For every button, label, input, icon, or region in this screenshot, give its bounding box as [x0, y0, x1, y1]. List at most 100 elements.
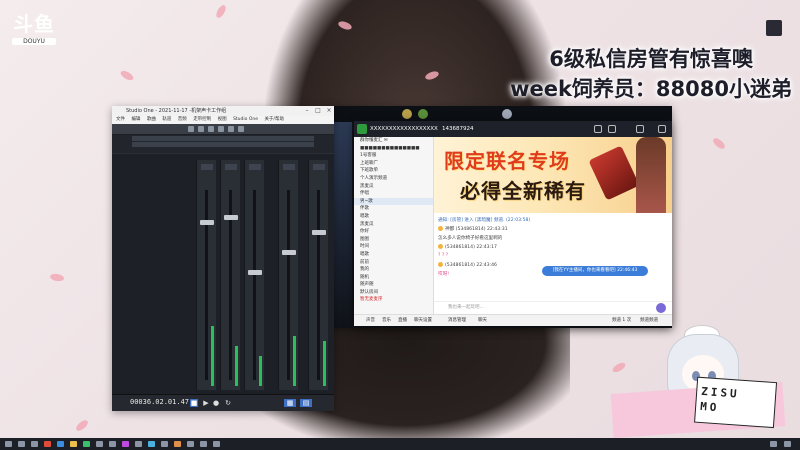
sidebar-item[interactable]: 唱歌 — [354, 251, 433, 259]
fader-handle[interactable] — [200, 220, 214, 225]
split-tool-icon[interactable] — [208, 126, 214, 132]
mixer-channel[interactable] — [220, 160, 240, 390]
status-item[interactable]: 消息管理 — [448, 315, 466, 326]
mixer-channel[interactable] — [196, 160, 216, 390]
maximize-icon[interactable]: □ — [313, 106, 323, 116]
menu-item[interactable]: Studio One — [233, 117, 258, 122]
menu-item[interactable]: 音频 — [178, 117, 187, 122]
taskbar-app-icon[interactable] — [213, 441, 220, 447]
sidebar-item[interactable]: 黑麦瓜 — [354, 183, 433, 191]
status-item[interactable]: 聊天 — [478, 315, 487, 326]
pan-knob[interactable] — [283, 164, 295, 170]
fader-track[interactable] — [205, 190, 208, 380]
erase-tool-icon[interactable] — [218, 126, 224, 132]
mixer-channel[interactable] — [278, 160, 298, 390]
taskbar-app-icon[interactable] — [174, 441, 181, 447]
sidebar-item-selected[interactable]: 男~歌 — [354, 197, 433, 206]
sidebar-item[interactable]: 时间 — [354, 243, 433, 251]
fader-handle[interactable] — [224, 215, 238, 220]
sidebar-item[interactable]: 前前 — [354, 259, 433, 267]
status-item[interactable]: 声音 — [366, 315, 375, 326]
menu-item[interactable]: 文件 — [116, 117, 125, 122]
settings-icon[interactable] — [608, 125, 616, 133]
paint-tool-icon[interactable] — [228, 126, 234, 132]
fader-handle[interactable] — [282, 250, 296, 255]
status-item[interactable]: 直播 — [398, 315, 407, 326]
send-icon[interactable] — [656, 303, 666, 313]
start-icon[interactable] — [5, 441, 12, 447]
play-icon[interactable]: ▶ — [202, 399, 210, 407]
pan-knob[interactable] — [313, 164, 325, 170]
user-avatar[interactable] — [438, 226, 443, 231]
taskbar-app-icon[interactable] — [57, 441, 64, 447]
browse-button[interactable]: ▤ — [300, 399, 312, 407]
game-icon[interactable] — [418, 109, 428, 119]
sidebar-item[interactable]: 我的 — [354, 266, 433, 274]
sidebar-item[interactable]: 伴歌 — [354, 205, 433, 213]
menu-item[interactable]: 歌曲 — [147, 117, 156, 122]
game-icon[interactable] — [502, 109, 512, 119]
system-tray-icon[interactable] — [784, 441, 791, 447]
menu-item[interactable]: 走带控制 — [193, 117, 211, 122]
menu-item[interactable]: 视图 — [218, 117, 227, 122]
taskbar-app-icon[interactable] — [96, 441, 103, 447]
range-tool-icon[interactable] — [198, 126, 204, 132]
promo-banner[interactable]: 限定联名专场 必得全新稀有 — [434, 137, 672, 213]
mix-button[interactable]: ▦ — [284, 399, 296, 407]
user-avatar[interactable] — [438, 262, 443, 267]
mute-tool-icon[interactable] — [238, 126, 244, 132]
track-row[interactable] — [132, 136, 314, 141]
group-avatar[interactable] — [357, 124, 367, 134]
pan-knob[interactable] — [225, 164, 237, 170]
sidebar-item[interactable]: 黑麦瓜 — [354, 221, 433, 229]
sidebar-item[interactable]: 暂无麦麦序 — [354, 296, 433, 304]
taskbar-app-icon[interactable] — [148, 441, 155, 447]
sidebar-item[interactable]: 图图 — [354, 236, 433, 244]
user-avatar[interactable] — [438, 244, 443, 249]
arrow-tool-icon[interactable] — [188, 126, 194, 132]
status-item[interactable]: 频道 1 次 — [612, 315, 631, 326]
chat-input[interactable]: 我也来一起玩吧... — [434, 301, 672, 313]
game-icon[interactable] — [402, 109, 412, 119]
search-icon[interactable] — [18, 441, 25, 447]
sidebar-item[interactable]: 唱歌 — [354, 213, 433, 221]
taskbar-app-icon[interactable] — [161, 441, 168, 447]
taskbar-app-icon[interactable] — [83, 441, 90, 447]
sidebar-item[interactable]: 个人演示频道 — [354, 175, 433, 183]
close-icon[interactable] — [658, 125, 666, 133]
menu-item[interactable]: 编辑 — [131, 117, 140, 122]
sidebar-item[interactable]: 伴唱 — [354, 190, 433, 198]
record-icon[interactable]: ● — [212, 399, 220, 407]
taskbar-app-icon[interactable] — [31, 441, 38, 447]
sidebar-item[interactable]: 你好 — [354, 228, 433, 236]
studio-one-window[interactable]: Studio One - 2021-11-17 -机架声卡工作组 – □ × 文… — [112, 106, 334, 411]
close-icon[interactable]: × — [324, 106, 334, 116]
taskbar-app-icon[interactable] — [109, 441, 116, 447]
menu-item[interactable]: 关于/帮助 — [264, 117, 284, 122]
pan-knob[interactable] — [249, 164, 261, 170]
home-icon[interactable] — [594, 125, 602, 133]
group-chat-window[interactable]: XXXXXXXXXXXXXXXXXX 143687924 群你懂麦汇 ✉ ■■■… — [354, 121, 672, 326]
sidebar-item[interactable]: 上班聊广 — [354, 160, 433, 168]
taskbar-app-icon[interactable] — [200, 441, 207, 447]
fader-track[interactable] — [317, 190, 320, 380]
mixer-channel[interactable] — [244, 160, 264, 390]
sidebar-item[interactable]: 1号客服 — [354, 152, 433, 160]
status-item[interactable]: 音乐 — [382, 315, 391, 326]
fader-handle[interactable] — [312, 230, 326, 235]
taskbar-app-icon[interactable] — [122, 441, 129, 447]
menu-item[interactable]: 轨道 — [162, 117, 171, 122]
minimize-icon[interactable] — [636, 125, 644, 133]
status-item[interactable]: 聊天设置 — [414, 315, 432, 326]
sidebar-item[interactable]: ■■■■■■■■■■■■■■ — [354, 145, 433, 153]
system-tray-icon[interactable] — [770, 441, 777, 447]
share-bubble[interactable]: [我在YY主播间，你也来看看吧] 22:46:43 — [542, 266, 648, 276]
fader-handle[interactable] — [248, 270, 262, 275]
stop-icon[interactable]: ■ — [190, 399, 198, 407]
taskbar-app-icon[interactable] — [70, 441, 77, 447]
track-row[interactable] — [132, 142, 314, 147]
fader-track[interactable] — [287, 190, 290, 380]
loop-icon[interactable]: ↻ — [224, 399, 232, 407]
status-item[interactable]: 频道频道 — [640, 315, 658, 326]
sidebar-item[interactable]: 默认房间 — [354, 289, 433, 297]
